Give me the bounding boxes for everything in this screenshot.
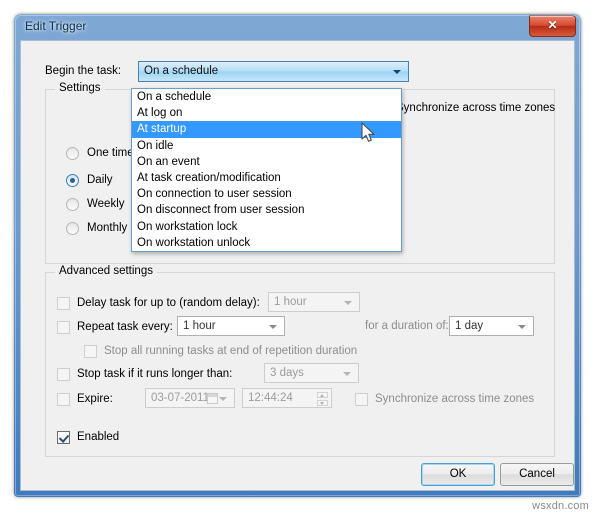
dropdown-option[interactable]: On a schedule	[132, 89, 401, 105]
radio-one-time-indicator	[66, 146, 79, 160]
stop-task-label: Stop task if it runs longer than:	[77, 368, 233, 380]
stop-running-tasks-label: Stop all running tasks at end of repetit…	[104, 345, 358, 357]
dropdown-option[interactable]: On idle	[132, 138, 401, 154]
title-bar[interactable]: Edit Trigger ✕	[14, 14, 581, 40]
radio-one-time-label: One time	[87, 147, 134, 159]
chevron-down-icon	[344, 301, 352, 305]
expire-time-picker[interactable]: 12:44:24	[242, 388, 332, 408]
stop-task-indicator	[57, 367, 70, 381]
dropdown-option[interactable]: On connection to user session	[132, 186, 401, 202]
stepper-down-icon[interactable]	[317, 400, 328, 406]
repeat-interval-value: 1 hour	[183, 320, 216, 332]
watermark: wsxdn.com	[532, 500, 589, 512]
stop-running-tasks-indicator	[84, 344, 97, 358]
cancel-button[interactable]: Cancel	[500, 463, 574, 486]
stop-task-checkbox[interactable]: Stop task if it runs longer than:	[57, 364, 232, 384]
expire-sync-timezones-label: Synchronize across time zones	[375, 393, 535, 405]
repeat-duration-combobox[interactable]: 1 day	[449, 316, 534, 336]
delay-task-combobox[interactable]: 1 hour	[268, 292, 360, 312]
radio-daily[interactable]: Daily	[66, 172, 113, 188]
delay-task-label: Delay task for up to (random delay):	[77, 297, 260, 309]
expire-date-value: 03-07-2011	[151, 392, 209, 404]
advanced-settings-legend: Advanced settings	[55, 265, 157, 277]
begin-task-selected-value: On a schedule	[144, 65, 219, 77]
radio-monthly[interactable]: Monthly	[66, 220, 127, 236]
dropdown-option-highlighted[interactable]: At startup	[132, 121, 401, 138]
chevron-down-icon	[343, 372, 351, 376]
begin-task-combobox[interactable]: On a schedule	[138, 61, 409, 82]
delay-task-indicator	[57, 296, 70, 310]
begin-task-row: Begin the task: On a schedule	[45, 61, 555, 83]
expire-indicator	[57, 392, 70, 406]
radio-weekly[interactable]: Weekly	[66, 196, 125, 212]
edit-trigger-window: Edit Trigger ✕ Begin the task: On a sche…	[14, 14, 581, 497]
stop-task-value: 3 days	[270, 367, 304, 379]
enabled-label: Enabled	[77, 431, 120, 443]
chevron-down-icon	[393, 70, 401, 74]
close-button[interactable]: ✕	[529, 15, 576, 37]
radio-one-time[interactable]: One time	[66, 145, 134, 161]
repeat-duration-value: 1 day	[455, 320, 484, 332]
stepper-up-icon[interactable]	[317, 392, 328, 398]
settings-legend: Settings	[55, 82, 105, 94]
dropdown-option[interactable]: On workstation unlock	[132, 235, 401, 251]
enabled-checkbox[interactable]: Enabled	[57, 427, 119, 447]
stop-task-combobox[interactable]: 3 days	[264, 363, 359, 383]
dropdown-option[interactable]: On workstation lock	[132, 219, 401, 235]
repeat-interval-combobox[interactable]: 1 hour	[177, 316, 285, 336]
dropdown-option[interactable]: At task creation/modification	[132, 170, 401, 186]
radio-monthly-indicator	[66, 221, 79, 235]
repeat-task-checkbox[interactable]: Repeat task every:	[57, 317, 173, 337]
calendar-icon	[207, 393, 218, 404]
expire-sync-timezones-indicator	[355, 392, 368, 406]
radio-weekly-indicator	[66, 197, 79, 211]
expire-time-value: 12:44:24	[248, 392, 293, 404]
begin-task-label: Begin the task:	[45, 65, 122, 77]
enabled-indicator	[57, 430, 70, 444]
settings-sync-timezones-label: Synchronize across time zones	[396, 101, 556, 114]
expire-label: Expire:	[77, 393, 113, 405]
expire-sync-timezones-checkbox[interactable]: Synchronize across time zones	[355, 389, 534, 409]
delay-task-checkbox[interactable]: Delay task for up to (random delay):	[57, 293, 260, 313]
chevron-down-icon	[219, 397, 227, 401]
radio-weekly-label: Weekly	[87, 198, 125, 210]
begin-task-dropdown-list[interactable]: On a schedule At log on At startup On id…	[131, 88, 402, 252]
dropdown-option[interactable]: On an event	[132, 154, 401, 170]
repeat-duration-label: for a duration of:	[365, 320, 449, 332]
radio-daily-label: Daily	[87, 174, 113, 186]
delay-task-value: 1 hour	[274, 296, 307, 308]
settings-sync-timezones-checkbox[interactable]: Synchronize across time zones	[376, 101, 555, 114]
expire-time-stepper[interactable]	[317, 392, 328, 406]
stop-running-tasks-checkbox[interactable]: Stop all running tasks at end of repetit…	[84, 341, 357, 361]
window-title: Edit Trigger	[25, 19, 87, 33]
dropdown-option[interactable]: At log on	[132, 105, 401, 121]
dropdown-option[interactable]: On disconnect from user session	[132, 202, 401, 218]
repeat-task-indicator	[57, 320, 70, 334]
expire-checkbox[interactable]: Expire:	[57, 389, 113, 409]
expire-date-picker[interactable]: 03-07-2011	[145, 388, 235, 408]
close-icon: ✕	[547, 18, 558, 32]
radio-monthly-label: Monthly	[87, 222, 128, 234]
chevron-down-icon	[269, 325, 277, 329]
ok-button[interactable]: OK	[421, 463, 495, 486]
radio-daily-indicator	[66, 173, 79, 187]
chevron-down-icon	[518, 325, 526, 329]
repeat-task-label: Repeat task every:	[77, 321, 173, 333]
